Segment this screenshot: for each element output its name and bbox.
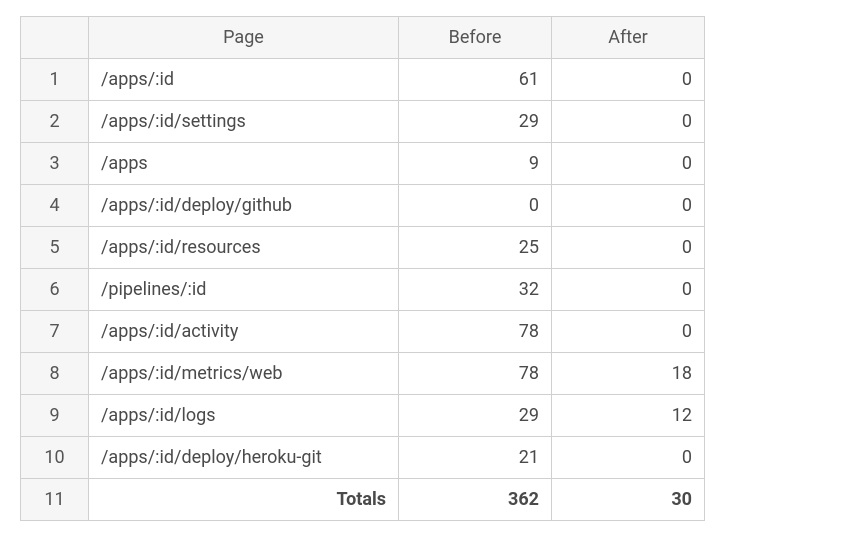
row-before: 32: [399, 269, 552, 311]
row-index: 3: [21, 143, 89, 185]
row-page: /apps/:id/activity: [89, 311, 399, 353]
row-after: 0: [552, 437, 705, 479]
row-before: 29: [399, 395, 552, 437]
row-index: 2: [21, 101, 89, 143]
row-index: 10: [21, 437, 89, 479]
header-page: Page: [89, 17, 399, 59]
table-row: 4/apps/:id/deploy/github00: [21, 185, 705, 227]
table-row: 6/pipelines/:id320: [21, 269, 705, 311]
table-row: 3/apps90: [21, 143, 705, 185]
row-after: 18: [552, 353, 705, 395]
row-page: /apps/:id: [89, 59, 399, 101]
results-table: Page Before After 1/apps/:id6102/apps/:i…: [20, 16, 705, 521]
row-page: /pipelines/:id: [89, 269, 399, 311]
row-after: 0: [552, 269, 705, 311]
totals-row: 11Totals36230: [21, 479, 705, 521]
row-before: 21: [399, 437, 552, 479]
row-before: 78: [399, 311, 552, 353]
row-index: 4: [21, 185, 89, 227]
table-row: 5/apps/:id/resources250: [21, 227, 705, 269]
row-index: 1: [21, 59, 89, 101]
table-header-row: Page Before After: [21, 17, 705, 59]
row-page: /apps/:id/resources: [89, 227, 399, 269]
row-before: 61: [399, 59, 552, 101]
header-blank: [21, 17, 89, 59]
table-row: 7/apps/:id/activity780: [21, 311, 705, 353]
table-row: 10/apps/:id/deploy/heroku-git210: [21, 437, 705, 479]
row-after: 0: [552, 227, 705, 269]
row-before: 25: [399, 227, 552, 269]
row-before: 0: [399, 185, 552, 227]
totals-label: Totals: [89, 479, 399, 521]
row-index: 7: [21, 311, 89, 353]
row-page: /apps/:id/deploy/github: [89, 185, 399, 227]
table-body: 1/apps/:id6102/apps/:id/settings2903/app…: [21, 59, 705, 521]
row-after: 0: [552, 143, 705, 185]
totals-after: 30: [552, 479, 705, 521]
row-index: 6: [21, 269, 89, 311]
row-before: 9: [399, 143, 552, 185]
totals-index: 11: [21, 479, 89, 521]
row-after: 0: [552, 311, 705, 353]
row-index: 9: [21, 395, 89, 437]
row-after: 0: [552, 59, 705, 101]
table-row: 2/apps/:id/settings290: [21, 101, 705, 143]
table-row: 1/apps/:id610: [21, 59, 705, 101]
table-row: 8/apps/:id/metrics/web7818: [21, 353, 705, 395]
row-after: 0: [552, 101, 705, 143]
row-page: /apps/:id/settings: [89, 101, 399, 143]
header-after: After: [552, 17, 705, 59]
row-page: /apps: [89, 143, 399, 185]
row-before: 78: [399, 353, 552, 395]
totals-before: 362: [399, 479, 552, 521]
table-row: 9/apps/:id/logs2912: [21, 395, 705, 437]
row-before: 29: [399, 101, 552, 143]
row-page: /apps/:id/logs: [89, 395, 399, 437]
row-after: 0: [552, 185, 705, 227]
row-page: /apps/:id/deploy/heroku-git: [89, 437, 399, 479]
row-index: 8: [21, 353, 89, 395]
header-before: Before: [399, 17, 552, 59]
row-page: /apps/:id/metrics/web: [89, 353, 399, 395]
row-after: 12: [552, 395, 705, 437]
row-index: 5: [21, 227, 89, 269]
